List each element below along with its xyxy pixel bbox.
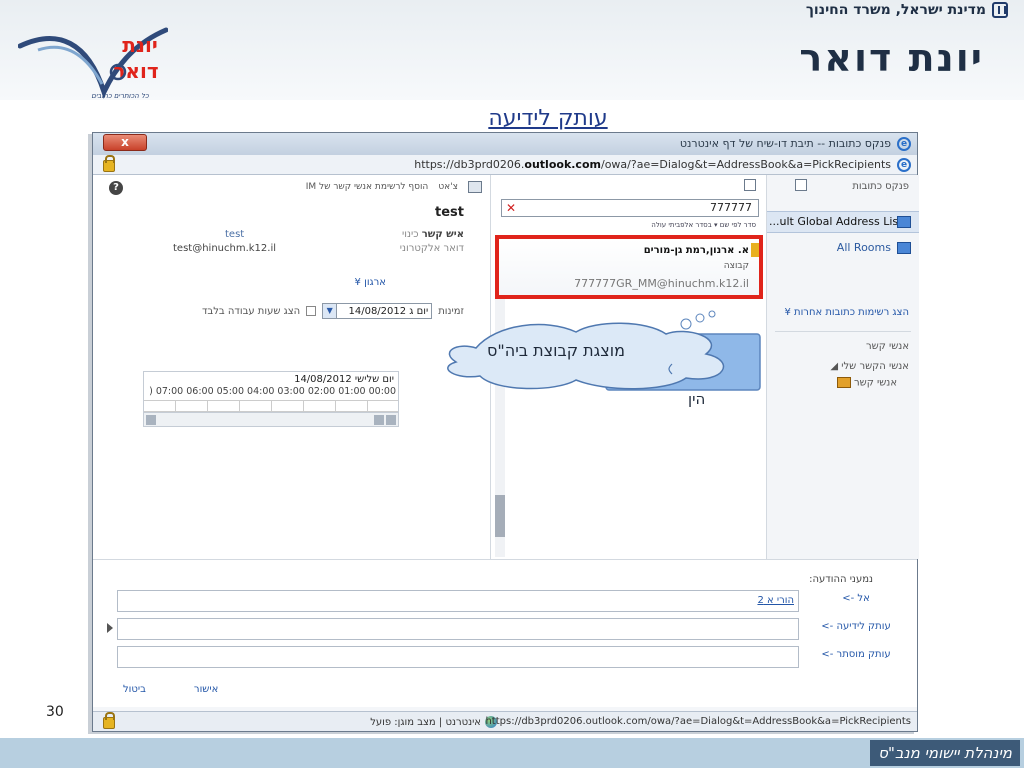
list-view-icon[interactable] (795, 179, 807, 191)
free-busy-grid: יום שלישי 14/08/2012 ) 07:00 06:00 05:00… (143, 371, 399, 427)
window-titlebar: x פנקס כתובות -- תיבת דו-שיח של דף אינטר… (93, 133, 917, 155)
contacts-icon (836, 377, 851, 388)
help-icon[interactable]: ? (109, 181, 123, 195)
bcc-field[interactable] (117, 646, 799, 668)
callout-back-text: הין (688, 390, 706, 408)
page-number: 30 (46, 704, 64, 720)
ie-page-icon: e (897, 158, 911, 172)
status-bar: אינטרנט | מצב מוגן: פועל https://db3prd0… (93, 711, 917, 731)
availability-label: זמינות (438, 305, 464, 317)
status-lock-icon (103, 712, 115, 729)
details-toolbar: צ'אט הוסף לרשימת אנשי קשר של IM (306, 181, 482, 193)
address-list-all-rooms[interactable]: All Rooms (837, 241, 911, 254)
logo-tagline: כל הכותרים כתובים (91, 92, 149, 100)
ie-icon: e (897, 137, 911, 151)
alias-value: test (225, 229, 245, 240)
to-button[interactable]: אל -> (811, 593, 901, 604)
schedule-date: יום שלישי 14/08/2012 (294, 374, 394, 385)
result-name: א. ארנון,רמת גן-מורים (643, 245, 749, 256)
sort-options[interactable]: סדר לפי שם ▾ בסדר אלפביתי עולה (651, 221, 756, 229)
window-title: פנקס כתובות -- תיבת דו-שיח של דף אינטרנט (679, 137, 891, 150)
address-bar: https://db3prd0206.outlook.com/owa/?ae=D… (93, 155, 917, 175)
result-list-item[interactable]: א. ארנון,רמת גן-מורים קבוצה 777777GR_MM@… (495, 235, 763, 299)
add-to-im-link[interactable]: הוסף לרשימת אנשי קשר של IM (306, 182, 429, 192)
chat-link[interactable]: צ'אט (438, 182, 458, 192)
address-book-title: פנקס כתובות (852, 181, 909, 192)
dialog-buttons: אישור ביטול (123, 684, 218, 695)
yonat-doar-logo: יונת דואר כל הכותרים כתובים (18, 27, 168, 100)
alias-row: איש קשר כינוי (402, 229, 464, 240)
contact-details-pane: ? צ'אט הוסף לרשימת אנשי קשר של IM test א… (93, 175, 491, 559)
ministry-header: מדינת ישראל, משרד החינוך (806, 2, 1008, 18)
close-button[interactable]: x (103, 134, 147, 151)
contact-name: test (435, 205, 464, 220)
organization-link[interactable]: ארגון ¥ (355, 277, 386, 288)
security-zone: אינטרנט | מצב מוגן: פועל (370, 716, 497, 728)
email-row: דואר אלקטרוני (399, 243, 464, 254)
expand-icon[interactable] (107, 623, 113, 633)
address-book-dialog: ? צ'אט הוסף לרשימת אנשי קשר של IM test א… (93, 175, 919, 559)
rooms-book-icon (897, 242, 911, 254)
browser-window: x פנקס כתובות -- תיבת דו-שיח של דף אינטר… (92, 132, 919, 732)
cancel-button[interactable]: ביטול (123, 684, 146, 695)
to-row: הורי א 2 אל -> (117, 590, 901, 612)
schedule-grid (144, 400, 398, 412)
address-book-icon (897, 216, 911, 228)
work-hours-label: הצג שעות עבודה בלבד (201, 305, 301, 317)
emblem-icon (992, 2, 1008, 18)
bcc-row: עותק מוסתר -> (117, 646, 901, 668)
view-icon[interactable] (744, 179, 756, 191)
chevron-down-icon[interactable]: ▼ (323, 304, 338, 318)
ministry-text: מדינת ישראל, משרד החינוך (805, 2, 986, 18)
my-contacts-node[interactable]: אנשי הקשר שלי ◢ (830, 361, 909, 372)
recipients-header: נמעני ההודעה: (809, 574, 873, 585)
chat-icon[interactable] (468, 181, 482, 193)
scroll-left-icon[interactable] (146, 415, 156, 425)
slide: מדינת ישראל, משרד החינוך יונת דואר יונת … (0, 0, 1024, 768)
ok-button[interactable]: אישור (194, 684, 218, 695)
work-hours-checkbox[interactable] (306, 306, 317, 316)
contacts-section-label: אנשי קשר (865, 341, 909, 352)
to-field[interactable]: הורי א 2 (117, 590, 799, 612)
callout-text: מוצגת קבוצת ביה"ס (487, 341, 625, 360)
schedule-scrollbar[interactable] (144, 412, 398, 426)
page-title: יונת דואר (799, 36, 984, 80)
results-scroll-thumb[interactable] (495, 495, 505, 537)
email-value: test@hinuchm.k12.il (173, 243, 277, 254)
search-input[interactable]: ✕ 777777 (501, 199, 759, 217)
address-lists-pane: פנקס כתובות ...ult Global Address List A… (767, 175, 919, 559)
availability-row: זמינות יום ג 14/08/2012 ▼ הצג שעות עבודה… (202, 303, 464, 319)
search-results-pane: ✕ 777777 סדר לפי שם ▾ בסדר אלפביתי עולה … (491, 175, 767, 559)
to-token[interactable]: הורי א 2 (757, 595, 794, 606)
other-lists-link[interactable]: הצג רשימות כתובות אחרות ¥ (784, 307, 909, 318)
address-url: https://db3prd0206.outlook.com/owa/?ae=D… (414, 158, 891, 171)
group-icon (751, 243, 759, 257)
result-email: 777777GR_MM@hinuchm.k12.il (574, 277, 749, 290)
divider (775, 331, 911, 332)
lock-icon (103, 155, 115, 172)
footer-tag: מינהלת יישומי מנב"ס (870, 740, 1020, 766)
status-url: https://db3prd0206.outlook.com/owa/?ae=D… (485, 716, 911, 727)
contacts-folder-item[interactable]: אנשי קשר (836, 377, 897, 389)
address-list-gal[interactable]: ...ult Global Address List (767, 211, 919, 233)
cc-field[interactable] (117, 618, 799, 640)
schedule-hours: ) 07:00 06:00 05:00 04:00 03:00 02:00 01… (149, 386, 396, 397)
bcc-button[interactable]: עותק מוסתר -> (811, 649, 901, 660)
slide-title: עותק לידיעה (488, 106, 608, 131)
result-type: קבוצה (723, 261, 749, 271)
cc-button[interactable]: עותק לידיעה -> (811, 621, 901, 632)
clear-search-icon[interactable]: ✕ (506, 200, 516, 216)
logo-word-top: יונת (122, 33, 157, 57)
date-select[interactable]: יום ג 14/08/2012 ▼ (322, 303, 433, 319)
scroll-thumb[interactable] (374, 415, 384, 425)
recipients-area: נמעני ההודעה: הורי א 2 אל -> עותק לידיעה… (93, 559, 917, 707)
scroll-right-icon[interactable] (386, 415, 396, 425)
cc-row: עותק לידיעה -> (107, 618, 901, 640)
